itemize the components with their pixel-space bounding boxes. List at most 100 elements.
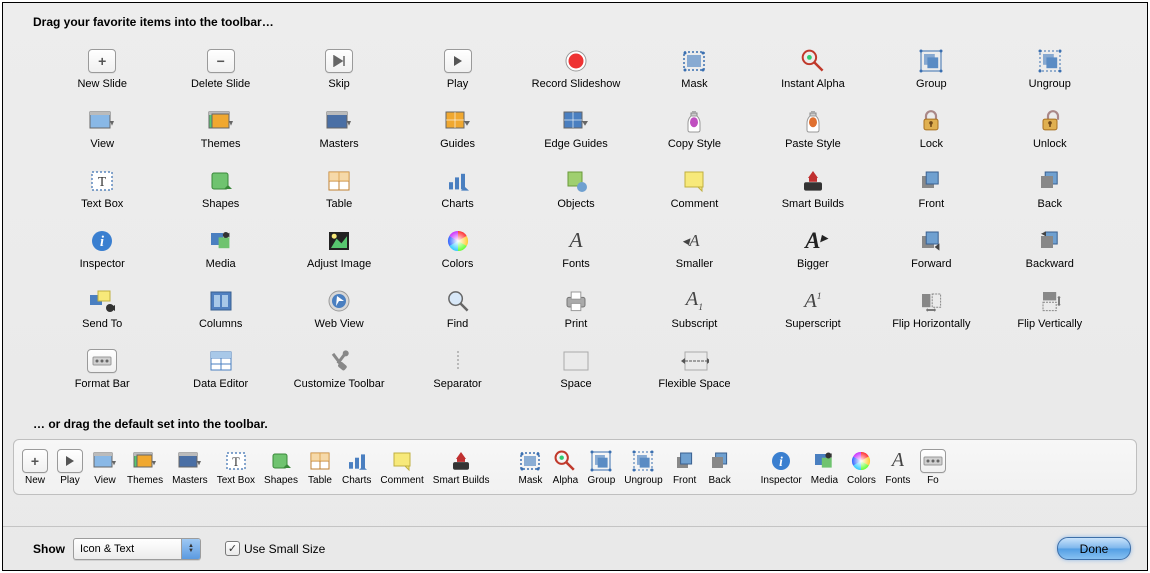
toolbar-item[interactable]: Separator [398, 348, 516, 390]
toolbar-item[interactable]: Mask [635, 48, 753, 90]
toolbar-item[interactable]: Data Editor [161, 348, 279, 390]
toolbar-item[interactable]: Guides [398, 108, 516, 150]
toolbar-item[interactable]: +New Slide [43, 48, 161, 90]
default-toolbar-item[interactable]: Fo [920, 449, 946, 486]
toolbar-item-label: Fonts [562, 258, 590, 270]
toolbar-item[interactable]: Group [872, 48, 990, 90]
alpha-wand-icon [552, 449, 578, 473]
toolbar-item[interactable]: Back [991, 168, 1109, 210]
toolbar-item[interactable]: Play [398, 48, 516, 90]
toolbar-item[interactable]: Customize Toolbar [280, 348, 398, 390]
default-toolbar-item[interactable]: Themes [127, 449, 163, 486]
toolbar-item[interactable]: A1Superscript [754, 288, 872, 330]
default-toolbar-item[interactable]: Alpha [552, 449, 578, 486]
show-select[interactable]: Icon & Text ▲▼ [73, 538, 201, 560]
default-toolbar-item[interactable]: +New [22, 449, 48, 486]
toolbar-item[interactable]: Instant Alpha [754, 48, 872, 90]
subheading-text: … or drag the default set into the toolb… [33, 417, 268, 431]
toolbar-item[interactable]: −Delete Slide [161, 48, 279, 90]
toolbar-item[interactable]: TText Box [43, 168, 161, 210]
default-toolbar-item[interactable]: AFonts [885, 449, 911, 486]
toolbar-item[interactable]: Themes [161, 108, 279, 150]
toolbar-item[interactable]: Front [872, 168, 990, 210]
forward-icon [916, 228, 946, 254]
default-toolbar-item[interactable]: TText Box [217, 449, 255, 486]
ungroup-icon [1035, 48, 1065, 74]
checkbox-icon: ✓ [225, 541, 240, 556]
toolbar-item[interactable]: Table [280, 168, 398, 210]
toolbar-item[interactable]: Record Slideshow [517, 48, 635, 90]
toolbar-item-label: Delete Slide [191, 78, 250, 90]
toolbar-item[interactable]: Media [161, 228, 279, 270]
default-toolbar-item[interactable]: View [92, 449, 118, 486]
toolbar-item[interactable]: A▶Bigger [754, 228, 872, 270]
toolbar-item[interactable]: Ungroup [991, 48, 1109, 90]
default-toolbar-set[interactable]: +New Play View Themes Masters TText Box Shapes… [13, 439, 1137, 495]
default-toolbar-item[interactable]: Colors [847, 449, 876, 486]
toolbar-item[interactable]: Colors [398, 228, 516, 270]
toolbar-item[interactable]: Columns [161, 288, 279, 330]
print-icon [561, 288, 591, 314]
default-toolbar-item[interactable]: Charts [342, 449, 371, 486]
toolbar-item-label: Smaller [676, 258, 713, 270]
toolbar-item[interactable]: iInspector [43, 228, 161, 270]
default-toolbar-item[interactable]: Front [672, 449, 698, 486]
toolbar-item[interactable]: Flip Vertically [991, 288, 1109, 330]
default-toolbar-item[interactable]: Shapes [264, 449, 298, 486]
done-button[interactable]: Done [1057, 537, 1131, 560]
toolbar-item[interactable]: Flip Horizontally [872, 288, 990, 330]
default-toolbar-item[interactable]: Ungroup [624, 449, 662, 486]
default-toolbar-item[interactable]: iInspector [761, 449, 802, 486]
toolbar-item[interactable]: Format Bar [43, 348, 161, 390]
default-toolbar-item[interactable]: Group [587, 449, 615, 486]
default-toolbar-item[interactable]: Table [307, 449, 333, 486]
toolbar-item-label: Format Bar [75, 378, 130, 390]
edge-guides-icon [561, 108, 591, 134]
toolbar-item-label: Adjust Image [307, 258, 371, 270]
toolbar-item[interactable]: Objects [517, 168, 635, 210]
themes-icon [132, 449, 158, 473]
toolbar-item[interactable]: Web View [280, 288, 398, 330]
default-toolbar-item-label: Masters [172, 475, 208, 486]
default-toolbar-item-label: Inspector [761, 475, 802, 486]
toolbar-item[interactable]: Copy Style [635, 108, 753, 150]
toolbar-item[interactable]: Flexible Space [635, 348, 753, 390]
toolbar-item-label: Inspector [80, 258, 125, 270]
default-toolbar-item[interactable]: Smart Builds [433, 449, 490, 486]
use-small-size-check[interactable]: ✓ Use Small Size [225, 541, 325, 556]
svg-text:T: T [232, 455, 240, 469]
toolbar-item[interactable]: AFonts [517, 228, 635, 270]
toolbar-item[interactable]: Unlock [991, 108, 1109, 150]
toolbar-item[interactable]: Smart Builds [754, 168, 872, 210]
toolbar-item[interactable]: Space [517, 348, 635, 390]
toolbar-item[interactable]: Paste Style [754, 108, 872, 150]
toolbar-item[interactable]: Adjust Image [280, 228, 398, 270]
toolbar-item-label: Record Slideshow [532, 78, 621, 90]
toolbar-item-label: View [90, 138, 114, 150]
toolbar-item[interactable]: Masters [280, 108, 398, 150]
default-toolbar-item[interactable]: Back [707, 449, 733, 486]
toolbar-item[interactable]: Charts [398, 168, 516, 210]
toolbar-item[interactable]: Skip [280, 48, 398, 90]
group-icon [588, 449, 614, 473]
toolbar-item[interactable]: View [43, 108, 161, 150]
toolbar-item[interactable]: Find [398, 288, 516, 330]
toolbar-item[interactable]: Shapes [161, 168, 279, 210]
toolbar-item[interactable]: ◀ASmaller [635, 228, 753, 270]
default-toolbar-item[interactable]: Mask [517, 449, 543, 486]
toolbar-item[interactable]: Send To [43, 288, 161, 330]
toolbar-item[interactable]: Forward [872, 228, 990, 270]
toolbar-item[interactable]: Lock [872, 108, 990, 150]
default-toolbar-item[interactable]: Comment [380, 449, 423, 486]
default-toolbar-item[interactable]: Media [811, 449, 838, 486]
default-toolbar-item-label: Ungroup [624, 475, 662, 486]
alpha-wand-icon [798, 48, 828, 74]
toolbar-item[interactable]: Comment [635, 168, 753, 210]
toolbar-item-label: Comment [671, 198, 719, 210]
toolbar-item[interactable]: A1Subscript [635, 288, 753, 330]
toolbar-item[interactable]: Print [517, 288, 635, 330]
toolbar-item[interactable]: Backward [991, 228, 1109, 270]
toolbar-item[interactable]: Edge Guides [517, 108, 635, 150]
default-toolbar-item[interactable]: Play [57, 449, 83, 486]
default-toolbar-item[interactable]: Masters [172, 449, 208, 486]
